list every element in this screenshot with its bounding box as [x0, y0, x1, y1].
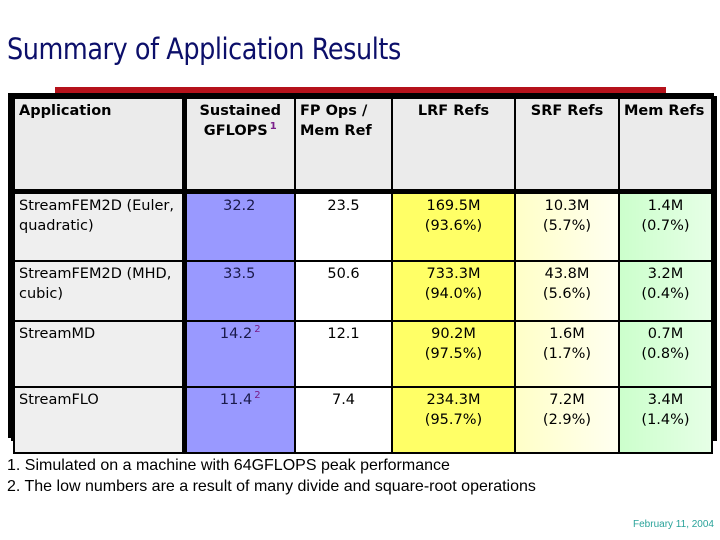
cell-gflops: 14.2 2: [181, 320, 296, 388]
cell-srf: 10.3M (5.7%): [514, 190, 620, 262]
cell-lrf: 234.3M (95.7%): [391, 386, 516, 454]
srf-count: 10.3M: [544, 198, 590, 214]
gflops-value: 14.2: [219, 326, 253, 342]
footnote-2: 2. The low numbers are a result of many …: [7, 478, 536, 495]
footnote-marker: 2: [254, 390, 261, 401]
header-fpops: FP Ops / Mem Ref: [294, 97, 393, 194]
srf-percent: (1.7%): [542, 346, 592, 362]
mem-percent: (1.4%): [641, 412, 690, 428]
lrf-percent: (94.0%): [424, 286, 483, 302]
cell-mem: 0.7M (0.8%): [618, 320, 713, 388]
header-srf: SRF Refs: [514, 97, 620, 194]
lrf-count: 169.5M: [426, 198, 481, 214]
table-row: StreamFLO 11.4 2 7.4 234.3M (95.7%) 7.2M (2…: [13, 386, 713, 454]
cell-srf: 43.8M (5.6%): [514, 260, 620, 322]
cell-application: StreamMD: [13, 320, 185, 388]
mem-count: 3.2M: [647, 266, 684, 282]
cell-application: StreamFEM2D (MHD, cubic): [13, 260, 185, 322]
lrf-count: 733.3M: [426, 266, 481, 282]
srf-count: 43.8M: [544, 266, 590, 282]
cell-application: StreamFEM2D (Euler, quadratic): [13, 190, 185, 262]
footnote-1: 1. Simulated on a machine with 64GFLOPS …: [7, 457, 450, 474]
srf-percent: (5.6%): [542, 286, 592, 302]
cell-fpops: 23.5: [294, 190, 393, 262]
gflops-value: 32.2: [223, 198, 256, 214]
footnotes: 1. Simulated on a machine with 64GFLOPS …: [7, 455, 536, 497]
gflops-value: 33.5: [223, 266, 256, 282]
cell-fpops: 7.4: [294, 386, 393, 454]
cell-srf: 7.2M (2.9%): [514, 386, 620, 454]
mem-percent: (0.4%): [641, 286, 690, 302]
srf-percent: (5.7%): [542, 218, 592, 234]
cell-mem: 1.4M (0.7%): [618, 190, 713, 262]
lrf-percent: (93.6%): [424, 218, 483, 234]
srf-count: 1.6M: [549, 326, 585, 342]
cell-lrf: 169.5M (93.6%): [391, 190, 516, 262]
slide-title: Summary of Application Results: [7, 32, 401, 66]
header-application: Application: [13, 97, 185, 194]
table-row: StreamFEM2D (MHD, cubic) 33.5 50.6 733.3…: [13, 260, 713, 322]
cell-srf: 1.6M (1.7%): [514, 320, 620, 388]
header-lrf: LRF Refs: [391, 97, 516, 194]
gflops-value: 11.4: [219, 392, 253, 408]
mem-percent: (0.8%): [641, 346, 690, 362]
cell-application: StreamFLO: [13, 386, 185, 454]
footnote-marker: 1: [269, 121, 277, 132]
cell-gflops: 11.4 2: [181, 386, 296, 454]
header-gflops-label: Sustained GFLOPS: [199, 103, 282, 139]
cell-fpops: 50.6: [294, 260, 393, 322]
lrf-count: 90.2M: [431, 326, 476, 342]
cell-fpops: 12.1: [294, 320, 393, 388]
slide-date: February 11, 2004: [633, 519, 714, 530]
cell-gflops: 33.5: [181, 260, 296, 322]
cell-mem: 3.4M (1.4%): [618, 386, 713, 454]
results-table: Application Sustained GFLOPS 1 FP Ops / M…: [13, 97, 713, 454]
footnote-marker: 2: [254, 324, 261, 335]
lrf-percent: (95.7%): [424, 412, 483, 428]
cell-mem: 3.2M (0.4%): [618, 260, 713, 322]
lrf-percent: (97.5%): [424, 346, 483, 362]
table-row: StreamFEM2D (Euler, quadratic) 32.2 23.5…: [13, 190, 713, 262]
results-table-frame: Application Sustained GFLOPS 1 FP Ops / M…: [8, 93, 714, 454]
srf-count: 7.2M: [549, 392, 585, 408]
mem-percent: (0.7%): [641, 218, 690, 234]
cell-gflops: 32.2: [181, 190, 296, 262]
srf-percent: (2.9%): [542, 412, 592, 428]
header-gflops: Sustained GFLOPS 1: [181, 97, 296, 194]
mem-count: 1.4M: [647, 198, 684, 214]
table-row: StreamMD 14.2 2 12.1 90.2M (97.5%) 1.6M (1.…: [13, 320, 713, 388]
header-mem: Mem Refs: [618, 97, 713, 194]
mem-count: 0.7M: [647, 326, 684, 342]
table-header-row: Application Sustained GFLOPS 1 FP Ops / M…: [13, 97, 713, 194]
cell-lrf: 733.3M (94.0%): [391, 260, 516, 322]
mem-count: 3.4M: [647, 392, 684, 408]
cell-lrf: 90.2M (97.5%): [391, 320, 516, 388]
lrf-count: 234.3M: [426, 392, 481, 408]
